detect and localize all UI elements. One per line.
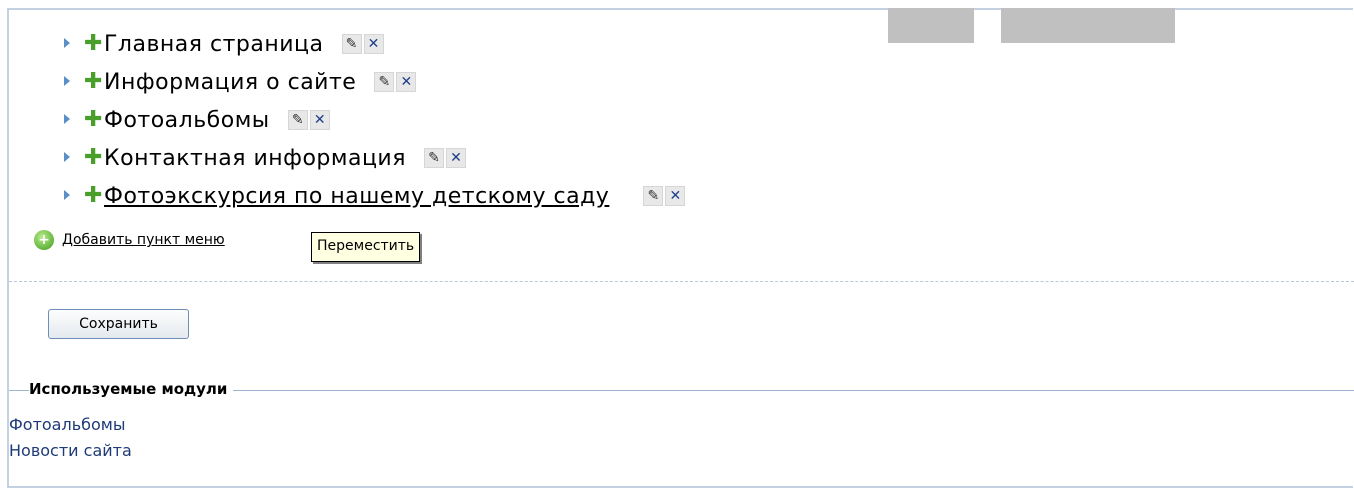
menu-item-photo-tour[interactable]: ✚ Фотоэкскурсия по нашему детскому саду … [64, 177, 687, 215]
x-icon[interactable]: ✕ [396, 72, 417, 92]
menu-item-contacts[interactable]: ✚ Контактная информация ✎ ✕ [64, 139, 687, 177]
drag-move-icon[interactable]: ✚ [84, 71, 102, 93]
menu-item-label[interactable]: Фотоальбомы [104, 108, 270, 133]
expand-arrow-icon[interactable] [64, 76, 70, 86]
expand-arrow-icon[interactable] [64, 190, 70, 200]
add-circle-icon[interactable]: + [34, 230, 54, 250]
modules-legend: Используемые модули [29, 380, 234, 398]
x-icon[interactable]: ✕ [363, 34, 384, 54]
pencil-icon[interactable]: ✎ [423, 148, 444, 168]
module-link-photo-albums[interactable]: Фотоальбомы [9, 412, 132, 438]
move-tooltip: Переместить [311, 232, 421, 262]
x-icon[interactable]: ✕ [445, 148, 466, 168]
menu-item-site-info[interactable]: ✚ Информация о сайте ✎ ✕ [64, 63, 687, 101]
menu-item-label[interactable]: Главная страница [104, 32, 324, 57]
add-menu-item-link[interactable]: Добавить пункт меню [62, 232, 225, 248]
drag-move-icon[interactable]: ✚ [84, 109, 102, 131]
pencil-icon[interactable]: ✎ [374, 72, 395, 92]
top-tab-placeholder-2 [1001, 8, 1175, 43]
expand-arrow-icon[interactable] [64, 152, 70, 162]
top-tab-placeholder-1 [888, 8, 974, 43]
pencil-icon[interactable]: ✎ [287, 110, 308, 130]
module-link-site-news[interactable]: Новости сайта [9, 438, 132, 464]
menu-item-photo-albums[interactable]: ✚ Фотоальбомы ✎ ✕ [64, 101, 687, 139]
expand-arrow-icon[interactable] [64, 114, 70, 124]
modules-list: Фотоальбомы Новости сайта [9, 412, 132, 464]
pencil-icon[interactable]: ✎ [341, 34, 362, 54]
save-button[interactable]: Сохранить [48, 309, 189, 339]
dashed-divider [9, 281, 1354, 282]
drag-move-icon[interactable]: ✚ [84, 147, 102, 169]
x-icon[interactable]: ✕ [665, 186, 686, 206]
add-menu-item-row: + Добавить пункт меню [34, 230, 225, 250]
menu-item-label[interactable]: Контактная информация [104, 146, 406, 171]
x-icon[interactable]: ✕ [309, 110, 330, 130]
expand-arrow-icon[interactable] [64, 38, 70, 48]
menu-tree: ✚ Главная страница ✎ ✕ ✚ Информация о са… [64, 25, 687, 215]
menu-item-label-link[interactable]: Фотоэкскурсия по нашему детскому саду [104, 184, 609, 209]
menu-item-main-page[interactable]: ✚ Главная страница ✎ ✕ [64, 25, 687, 63]
drag-move-icon[interactable]: ✚ [84, 33, 102, 55]
drag-move-icon[interactable]: ✚ [84, 185, 102, 207]
pencil-icon[interactable]: ✎ [643, 186, 664, 206]
menu-item-label[interactable]: Информация о сайте [104, 70, 356, 95]
